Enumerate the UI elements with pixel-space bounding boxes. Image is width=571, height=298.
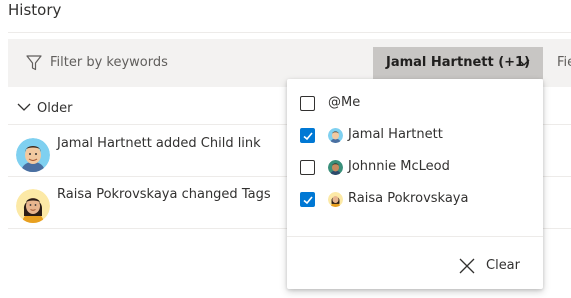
option-label: Johnnie McLeod <box>348 159 450 174</box>
jamal-avatar <box>16 138 50 172</box>
group-label: Older <box>37 101 73 116</box>
history-entry-text: Raisa Pokrovskaya changed Tags <box>57 187 271 202</box>
field-filter-button[interactable]: Fie <box>557 55 571 70</box>
raisa-avatar <box>16 189 50 223</box>
checkmark-icon <box>303 132 313 141</box>
filter-icon <box>26 55 42 71</box>
johnnie-avatar <box>328 160 343 175</box>
divider <box>287 236 543 237</box>
checkbox-checked[interactable] <box>300 192 315 207</box>
clear-label: Clear <box>486 258 520 273</box>
option-raisa-pokrovskaya[interactable]: Raisa Pokrovskaya <box>287 183 543 213</box>
person-filter-button[interactable]: Jamal Hartnett (+1) <box>373 47 543 79</box>
title-divider <box>8 32 571 33</box>
clear-button[interactable]: Clear <box>455 252 531 280</box>
checkbox-checked[interactable] <box>300 128 315 143</box>
chevron-down-icon <box>518 59 530 66</box>
person-filter-dropdown: @Me Jamal Hartnett Johnnie McLeod Raisa … <box>287 79 543 289</box>
person-filter-label: Jamal Hartnett (+1) <box>386 55 531 70</box>
history-entry-text: Jamal Hartnett added Child link <box>57 136 261 151</box>
group-header-older[interactable]: Older <box>8 93 308 123</box>
checkmark-icon <box>303 196 313 205</box>
option-label: Raisa Pokrovskaya <box>348 191 469 206</box>
option-jamal-hartnett[interactable]: Jamal Hartnett <box>287 119 543 149</box>
close-icon <box>459 258 475 274</box>
jamal-avatar <box>328 128 343 143</box>
option-label: @Me <box>328 95 361 110</box>
keyword-filter-input[interactable]: Filter by keywords <box>50 55 168 70</box>
option-me[interactable]: @Me <box>287 87 543 117</box>
option-johnnie-mcleod[interactable]: Johnnie McLeod <box>287 151 543 181</box>
checkbox[interactable] <box>300 96 315 111</box>
page-title: History <box>8 1 62 19</box>
chevron-down-icon <box>17 103 31 111</box>
checkbox[interactable] <box>300 160 315 175</box>
raisa-avatar <box>328 192 343 207</box>
option-label: Jamal Hartnett <box>348 127 443 142</box>
